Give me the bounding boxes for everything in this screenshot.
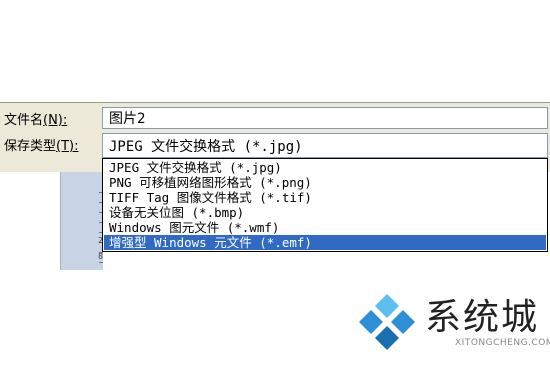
filename-label: 文件名(N):	[4, 113, 68, 128]
diamond-logo-icon	[359, 294, 415, 350]
option-wmf[interactable]: Windows 图元文件 (*.wmf)	[104, 220, 546, 235]
document-area	[0, 0, 550, 102]
ruler-label: 8	[98, 252, 104, 261]
filename-input[interactable]: 图片2	[102, 107, 548, 129]
option-tiff[interactable]: TIFF Tag 图像文件格式 (*.tif)	[104, 190, 546, 205]
save-type-select[interactable]: JPEG 文件交换格式 (*.jpg)	[102, 133, 548, 158]
vertical-ruler	[60, 172, 103, 270]
save-type-label: 保存类型(T):	[4, 139, 79, 154]
option-bmp[interactable]: 设备无关位图 (*.bmp)	[104, 205, 546, 220]
watermark-name: 系统城	[425, 297, 540, 338]
option-emf-selected[interactable]: 增强型 Windows 元文件 (*.emf)	[104, 235, 546, 250]
watermark-url: XITONGCHENG.COM	[455, 338, 550, 348]
option-jpeg[interactable]: JPEG 文件交换格式 (*.jpg)	[104, 160, 546, 175]
option-png[interactable]: PNG 可移植网络图形格式 (*.png)	[104, 175, 546, 190]
watermark-logo: 系统城 XITONGCHENG.COM	[355, 288, 550, 358]
save-type-dropdown-list[interactable]: JPEG 文件交换格式 (*.jpg) PNG 可移植网络图形格式 (*.png…	[102, 158, 548, 252]
